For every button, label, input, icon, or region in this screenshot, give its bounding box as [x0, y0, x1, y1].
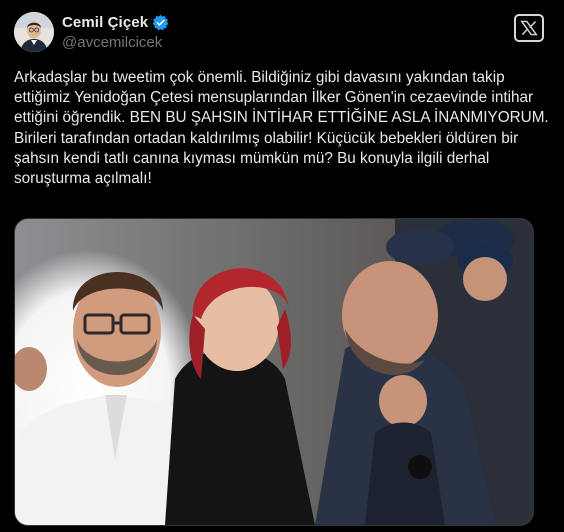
author-handle[interactable]: @avcemilcicek: [62, 34, 169, 51]
avatar[interactable]: [14, 12, 54, 52]
tweet-media-image[interactable]: [14, 218, 534, 526]
author-display-name[interactable]: Cemil Çiçek: [62, 14, 148, 31]
tweet-card: Cemil Çiçek @avcemilcicek Arkadaşlar bu …: [0, 0, 564, 532]
tweet-header: Cemil Çiçek @avcemilcicek: [14, 12, 550, 56]
x-logo-icon[interactable]: [514, 14, 544, 42]
tweet-text: Arkadaşlar bu tweetim çok önemli. Bildiğ…: [14, 69, 549, 188]
author-block: Cemil Çiçek @avcemilcicek: [62, 14, 169, 51]
verified-badge-icon: [152, 14, 169, 31]
